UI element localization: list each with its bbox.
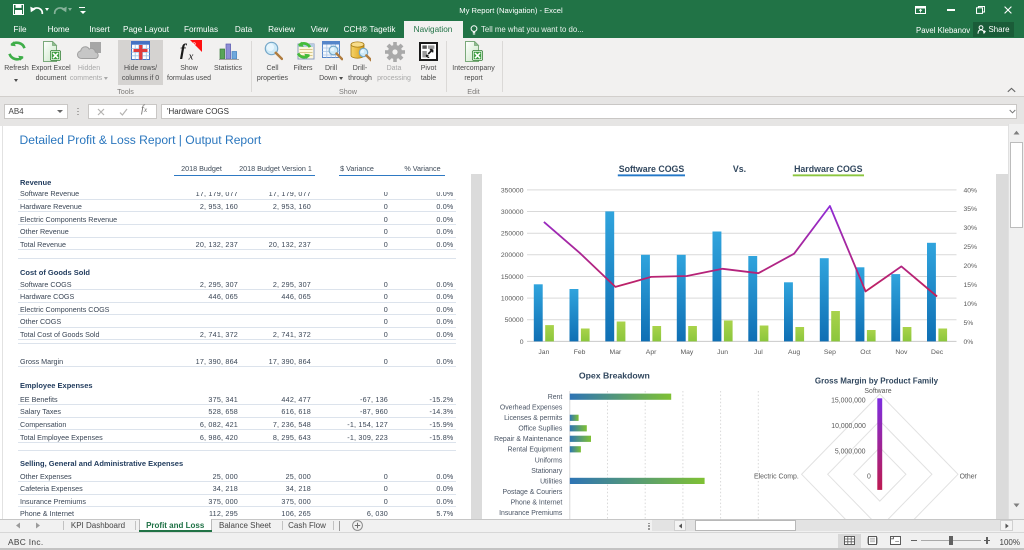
- svg-text:5%: 5%: [964, 319, 974, 326]
- svg-text:0: 0: [867, 473, 871, 480]
- svg-text:Feb: Feb: [574, 349, 586, 356]
- svg-text:Phone & Internet: Phone & Internet: [511, 499, 563, 506]
- svg-text:Postage & Couriers: Postage & Couriers: [503, 488, 563, 495]
- svg-text:May: May: [680, 349, 693, 356]
- svg-text:250000: 250000: [501, 230, 524, 237]
- svg-text:Dec: Dec: [931, 349, 944, 356]
- svg-text:Apr: Apr: [646, 349, 657, 356]
- svg-text:30%: 30%: [964, 225, 978, 232]
- svg-text:200000: 200000: [501, 252, 524, 259]
- svg-text:Insurance Premiums: Insurance Premiums: [499, 509, 563, 516]
- svg-text:Electric Comp.: Electric Comp.: [754, 473, 799, 480]
- svg-text:Software COGS: Software COGS: [619, 163, 685, 173]
- svg-text:Mar: Mar: [610, 349, 622, 356]
- svg-text:0%: 0%: [964, 338, 974, 345]
- svg-text:Rent: Rent: [548, 394, 563, 401]
- svg-text:Sep: Sep: [824, 349, 836, 356]
- svg-text:Hardware COGS: Hardware COGS: [794, 163, 863, 173]
- svg-text:40%: 40%: [964, 187, 978, 194]
- svg-text:20%: 20%: [964, 263, 978, 270]
- svg-text:15,000,000: 15,000,000: [831, 397, 866, 404]
- svg-text:Repair & Maintenance: Repair & Maintenance: [494, 436, 562, 443]
- svg-text:10,000,000: 10,000,000: [831, 422, 866, 429]
- svg-text:Jan: Jan: [538, 349, 549, 356]
- svg-text:Aug: Aug: [788, 349, 800, 356]
- svg-text:15%: 15%: [964, 282, 978, 289]
- svg-text:35%: 35%: [964, 206, 978, 213]
- svg-text:x: x: [188, 51, 194, 63]
- svg-text:50000: 50000: [505, 317, 524, 324]
- svg-text:150000: 150000: [501, 273, 524, 280]
- svg-text:f: f: [180, 41, 188, 60]
- svg-text:Vs.: Vs.: [733, 163, 746, 173]
- svg-text:Rental Equipment: Rental Equipment: [508, 446, 563, 453]
- svg-text:Stationary: Stationary: [531, 467, 563, 474]
- svg-text:Other: Other: [960, 473, 978, 480]
- svg-text:Licenses & permits: Licenses & permits: [504, 415, 563, 422]
- svg-text:25%: 25%: [964, 244, 978, 251]
- svg-text:10%: 10%: [964, 300, 978, 307]
- svg-text:5,000,000: 5,000,000: [835, 448, 866, 455]
- svg-text:Uniforms: Uniforms: [535, 457, 563, 464]
- svg-text:0: 0: [520, 338, 524, 345]
- svg-text:Jun: Jun: [717, 349, 728, 356]
- svg-text:Opex Breakdown: Opex Breakdown: [579, 370, 650, 380]
- svg-text:Gross Margin by Product Family: Gross Margin by Product Family: [815, 376, 939, 385]
- svg-text:Oct: Oct: [860, 349, 871, 356]
- svg-text:Utilities: Utilities: [540, 478, 563, 485]
- svg-text:Jul: Jul: [754, 349, 763, 356]
- svg-text:350000: 350000: [501, 187, 524, 194]
- svg-text:Overhead Expenses: Overhead Expenses: [500, 404, 563, 411]
- svg-text:Office Supllies: Office Supllies: [518, 425, 562, 432]
- svg-text:Software: Software: [864, 387, 891, 394]
- svg-text:300000: 300000: [501, 208, 524, 215]
- svg-text:Nov: Nov: [895, 349, 908, 356]
- svg-text:100000: 100000: [501, 295, 524, 302]
